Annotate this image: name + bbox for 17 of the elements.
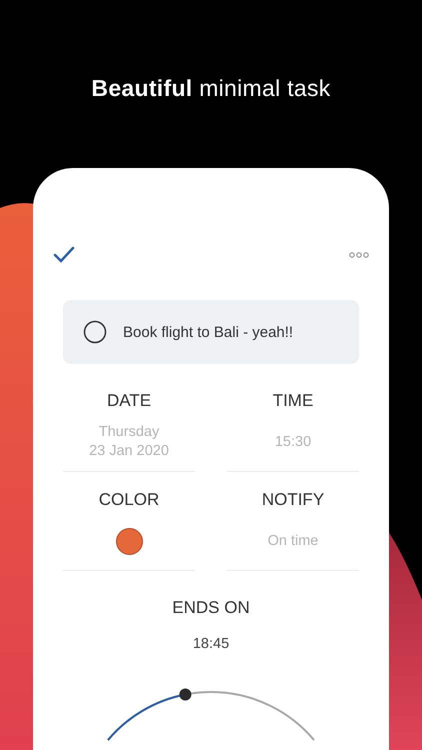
checkmark-icon[interactable]	[53, 246, 75, 264]
field-value: 15:30	[274, 432, 312, 452]
color-dot[interactable]	[116, 528, 142, 554]
field-value: Thursday	[98, 423, 160, 442]
field-value: 18:45	[192, 635, 230, 654]
more-icon[interactable]	[349, 252, 369, 258]
dial-handle[interactable]	[179, 688, 192, 700]
task-checkbox[interactable]	[83, 320, 107, 344]
task-title: Book flight to Bali - yeah!!	[123, 324, 294, 340]
field-label: ENDS ON	[172, 598, 250, 618]
headline: Beautiful minimal task	[91, 74, 331, 102]
field-value: 23 Jan 2020	[89, 442, 169, 461]
field-label: NOTIFY	[262, 490, 324, 510]
field-value: On time	[268, 532, 318, 550]
field-label: DATE	[106, 391, 152, 411]
field-label: COLOR	[98, 490, 160, 510]
field-label: TIME	[272, 391, 314, 411]
